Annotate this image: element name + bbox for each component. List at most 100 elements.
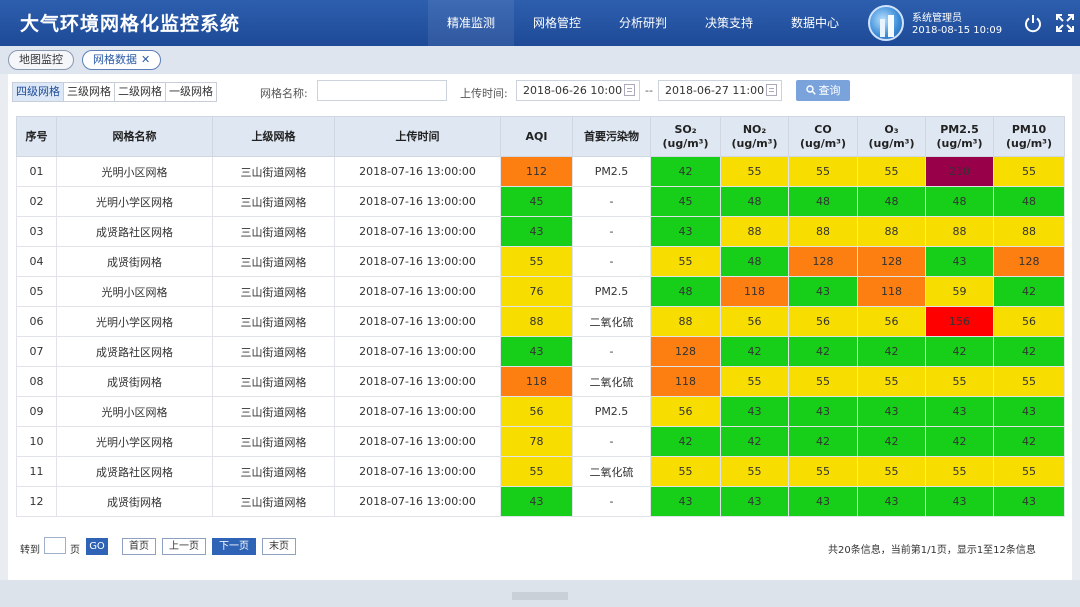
header-aqi[interactable]: AQI [500, 116, 573, 157]
cell-co: 128 [788, 246, 858, 277]
goto-label: 转到 [20, 545, 40, 556]
nav-grid-control[interactable]: 网格管控 [514, 0, 600, 46]
cell-no2: 55 [720, 156, 789, 187]
cell-so2: 118 [650, 366, 721, 397]
header-grid-name[interactable]: 网格名称 [56, 116, 213, 157]
first-page-button[interactable]: 首页 [122, 538, 156, 555]
grid-name-input[interactable] [317, 80, 447, 101]
cell-primary: - [572, 426, 651, 457]
header-so2[interactable]: SO₂ (ug/m³) [650, 116, 721, 157]
cell-co: 55 [788, 456, 858, 487]
fullscreen-icon[interactable] [1055, 13, 1075, 33]
table-row[interactable]: 09 光明小区网格 三山街道网格 2018-07-16 13:00:00 56 PM2.5… [16, 396, 1065, 427]
prev-page-button[interactable]: 上一页 [162, 538, 206, 555]
table-row[interactable]: 10 光明小学区网格 三山街道网格 2018-07-16 13:00:00 78-42 4… [16, 426, 1065, 457]
cell-parent: 三山街道网格 [212, 156, 335, 187]
start-time-input[interactable]: 2018-06-26 10:00 [516, 80, 640, 101]
cell-time: 2018-07-16 13:00:00 [334, 276, 501, 307]
cell-parent: 三山街道网格 [212, 426, 335, 457]
cell-so2: 43 [650, 216, 721, 247]
table-row[interactable]: 12 成贤街网格 三山街道网格 2018-07-16 13:00:00 43-43 43 4… [16, 486, 1065, 517]
cell-parent: 三山街道网格 [212, 366, 335, 397]
last-page-button[interactable]: 末页 [262, 538, 296, 555]
close-icon[interactable]: ✕ [141, 53, 150, 66]
cell-primary: 二氧化硫 [572, 306, 651, 337]
cell-pm10: 42 [993, 336, 1065, 367]
cell-name: 光明小区网格 [56, 276, 213, 307]
cell-pm25: 88 [925, 216, 994, 247]
table-row[interactable]: 05 光明小区网格 三山街道网格 2018-07-16 13:00:00 76 PM2.5… [16, 276, 1065, 307]
nav-decision-support[interactable]: 决策支持 [686, 0, 772, 46]
cell-no2: 43 [720, 396, 789, 427]
cell-pm25: 43 [925, 396, 994, 427]
user-name: 系统管理员 [912, 13, 962, 24]
table-row[interactable]: 08 成贤街网格 三山街道网格 2018-07-16 13:00:00 118 二氧化硫 1… [16, 366, 1065, 397]
next-page-button[interactable]: 下一页 [212, 538, 256, 555]
cell-name: 光明小区网格 [56, 156, 213, 187]
cell-no2: 118 [720, 276, 789, 307]
cell-time: 2018-07-16 13:00:00 [334, 366, 501, 397]
cell-pm10: 43 [993, 486, 1065, 517]
cell-idx: 04 [16, 246, 57, 277]
level-3-button[interactable]: 三级网格 [64, 83, 115, 101]
cell-time: 2018-07-16 13:00:00 [334, 186, 501, 217]
header-primary-pollutant[interactable]: 首要污染物 [572, 116, 651, 157]
cell-parent: 三山街道网格 [212, 246, 335, 277]
cell-no2: 56 [720, 306, 789, 337]
table-row[interactable]: 03 成贤路社区网格 三山街道网格 2018-07-16 13:00:00 43-43 8… [16, 216, 1065, 247]
table-row[interactable]: 04 成贤街网格 三山街道网格 2018-07-16 13:00:00 55-55 48 1… [16, 246, 1065, 277]
query-button[interactable]: 查询 [796, 80, 850, 101]
tab-grid-data[interactable]: 网格数据 ✕ [82, 50, 162, 70]
cell-time: 2018-07-16 13:00:00 [334, 396, 501, 427]
cell-time: 2018-07-16 13:00:00 [334, 246, 501, 277]
go-button[interactable]: GO [86, 538, 108, 555]
page-unit-label: 页 [70, 545, 80, 556]
table-row[interactable]: 01 光明小区网格 三山街道网格 2018-07-16 13:00:00 112 PM2.… [16, 156, 1065, 187]
table-row[interactable]: 11 成贤路社区网格 三山街道网格 2018-07-16 13:00:00 55 二氧化硫… [16, 456, 1065, 487]
upload-time-label: 上传时间: [460, 87, 508, 100]
cell-no2: 42 [720, 336, 789, 367]
cell-pm10: 43 [993, 396, 1065, 427]
cell-parent: 三山街道网格 [212, 396, 335, 427]
cell-aqi: 112 [500, 156, 573, 187]
cell-aqi: 43 [500, 216, 573, 247]
header-pm10[interactable]: PM10 (ug/m³) [993, 116, 1065, 157]
cell-pm25: 43 [925, 246, 994, 277]
header-no2[interactable]: NO₂ (ug/m³) [720, 116, 789, 157]
power-icon[interactable] [1023, 13, 1043, 33]
cell-o3: 48 [857, 186, 926, 217]
cell-so2: 88 [650, 306, 721, 337]
cell-co: 88 [788, 216, 858, 247]
header-pm25[interactable]: PM2.5 (ug/m³) [925, 116, 994, 157]
cell-idx: 07 [16, 336, 57, 367]
cell-o3: 43 [857, 486, 926, 517]
nav-analysis[interactable]: 分析研判 [600, 0, 686, 46]
cell-co: 55 [788, 366, 858, 397]
app-title: 大气环境网格化监控系统 [20, 13, 241, 35]
level-4-button[interactable]: 四级网格 [13, 83, 64, 101]
main-nav: 精准监测 网格管控 分析研判 决策支持 数据中心 [428, 0, 858, 46]
cell-aqi: 43 [500, 336, 573, 367]
level-1-button[interactable]: 一级网格 [166, 83, 216, 101]
nav-data-center[interactable]: 数据中心 [772, 0, 858, 46]
table-row[interactable]: 02 光明小学区网格 三山街道网格 2018-07-16 13:00:00 45-45 4… [16, 186, 1065, 217]
header-upload-time[interactable]: 上传时间 [334, 116, 501, 157]
tab-map-monitoring[interactable]: 地图监控 [8, 50, 74, 70]
header-co[interactable]: CO (ug/m³) [788, 116, 858, 157]
avatar[interactable] [868, 5, 904, 41]
cell-idx: 06 [16, 306, 57, 337]
nav-precise-monitoring[interactable]: 精准监测 [428, 0, 514, 46]
header-o3[interactable]: O₃ (ug/m³) [857, 116, 926, 157]
level-2-button[interactable]: 二级网格 [115, 83, 166, 101]
cell-primary: PM2.5 [572, 156, 651, 187]
end-time-input[interactable]: 2018-06-27 11:00 [658, 80, 782, 101]
page-number-input[interactable] [44, 537, 66, 554]
table-row[interactable]: 06 光明小学区网格 三山街道网格 2018-07-16 13:00:00 88 二氧化硫… [16, 306, 1065, 337]
header-index[interactable]: 序号 [16, 116, 57, 157]
cell-name: 光明小学区网格 [56, 186, 213, 217]
cell-name: 成贤路社区网格 [56, 456, 213, 487]
table-row[interactable]: 07 成贤路社区网格 三山街道网格 2018-07-16 13:00:00 43-128… [16, 336, 1065, 367]
header-parent-grid[interactable]: 上级网格 [212, 116, 335, 157]
cell-pm25: 210 [925, 156, 994, 187]
cell-pm25: 48 [925, 186, 994, 217]
